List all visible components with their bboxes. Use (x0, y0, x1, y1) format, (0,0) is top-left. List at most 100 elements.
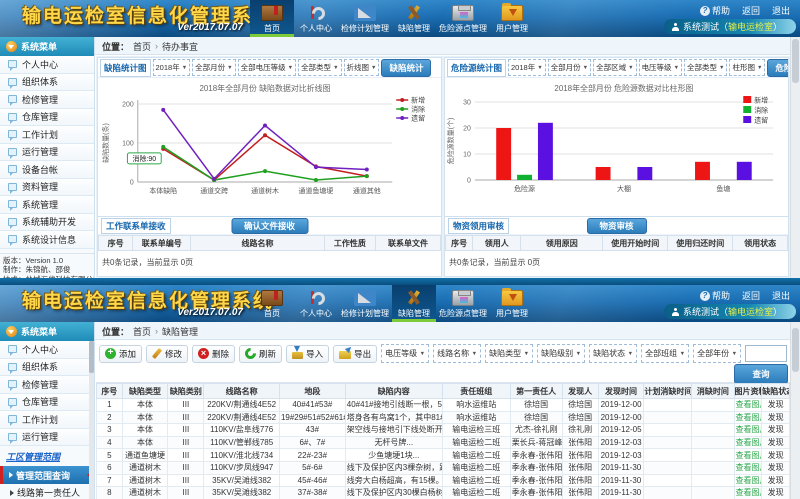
sidebar-item[interactable]: 系统设计信息 (0, 231, 94, 249)
sidebar-item[interactable]: 系统辅助开发 (0, 214, 94, 232)
filter-select[interactable]: 全部班组▼ (641, 344, 689, 363)
toolbar-button-delete[interactable]: 删除 (192, 345, 235, 363)
confirm-file-button[interactable]: 确认文件接收 (231, 218, 308, 234)
material-review-button[interactable]: 物资审核 (586, 218, 646, 234)
nav-tab-3[interactable]: 检修计划管理 (338, 0, 392, 37)
nav-tab-1[interactable]: 首页 (250, 285, 294, 322)
table-row[interactable]: 2本体III220KV/荆通线4E5219#29#51#52#61#79#81#… (97, 411, 790, 424)
filter-select[interactable]: 柱形图▼ (729, 59, 765, 76)
hazard-stats-tab[interactable]: 危险源统计图 (447, 59, 506, 77)
breadcrumb-home[interactable]: 首页 (133, 40, 151, 53)
page-scrollbar[interactable] (790, 322, 800, 499)
sidebar-item[interactable]: 仓库管理 (0, 394, 94, 412)
nav-tab-2[interactable]: 个人中心 (294, 0, 338, 37)
user-badge[interactable]: 系统测试（输电运检室） (664, 19, 796, 34)
help-link[interactable]: ?帮助 (700, 4, 730, 17)
view-image-link[interactable]: 查看图片 (734, 399, 762, 412)
table-row[interactable]: 8通道树木III35KV/吴滩线38237#-38#线下及保护区内30棵白杨树，… (97, 487, 790, 499)
nav-tab-4[interactable]: 缺陷管理 (392, 285, 436, 322)
sidebar-item[interactable]: 个人中心 (0, 341, 94, 359)
view-image-link[interactable]: 查看图片 (734, 424, 762, 437)
exit-link[interactable]: 退出 (772, 4, 790, 17)
defect-stats-tab[interactable]: 缺陷统计图 (100, 59, 151, 77)
sidebar-item[interactable]: 系统管理 (0, 196, 94, 214)
nav-tab-5[interactable]: 危险源点管理 (436, 0, 490, 37)
sidebar-scrollbar[interactable] (89, 341, 94, 499)
view-image-link[interactable]: 查看图片 (734, 474, 762, 487)
exit-link[interactable]: 退出 (772, 289, 790, 302)
sidebar-item[interactable]: 组织体系 (0, 74, 94, 92)
filter-select[interactable]: 缺陷状态▼ (589, 344, 637, 363)
sidebar-item[interactable]: 检修管理 (0, 376, 94, 394)
filter-select[interactable]: 线路名称▼ (433, 344, 481, 363)
view-image-link[interactable]: 查看图片 (734, 411, 762, 424)
filter-select[interactable]: 2018年▼ (508, 59, 546, 76)
filter-select[interactable]: 折线图▼ (344, 59, 380, 76)
toolbar-button-export[interactable]: 导出 (333, 345, 377, 363)
material-tab[interactable]: 物资领用审核 (448, 218, 509, 234)
scrollbar-thumb[interactable] (792, 328, 799, 372)
table-row[interactable]: 3本体III110KV/盐阜线77643#架空线与接地引下线处断开...输电运检… (97, 424, 790, 437)
nav-tab-5[interactable]: 危险源点管理 (436, 285, 490, 322)
breadcrumb-home[interactable]: 首页 (133, 325, 151, 338)
table-row[interactable]: 6通道树木III110KV/步凤线9475#-6#线下及保护区内3棵杂树，距线4… (97, 461, 790, 474)
table-row[interactable]: 5通道鱼塘埂III110KV/淮北线73422#-23#少鱼塘埂1块...输电运… (97, 449, 790, 462)
filter-select[interactable]: 全部月份▼ (548, 59, 591, 76)
sidebar-item[interactable]: 资料管理 (0, 179, 94, 197)
toolbar-button-import[interactable]: 导入 (286, 345, 329, 363)
table-row[interactable]: 7通道树木III35KV/吴滩线38245#-46#线旁大白杨超高，有15棵。（… (97, 474, 790, 487)
worksheet-tab[interactable]: 工作联系单接收 (101, 218, 171, 234)
filter-select[interactable]: 全部年份▼ (693, 344, 741, 363)
nav-tab-2[interactable]: 个人中心 (294, 285, 338, 322)
filter-select[interactable]: 全部类型▼ (684, 59, 727, 76)
nav-tab-1[interactable]: 首页 (250, 0, 294, 37)
sidebar-item[interactable]: 组织体系 (0, 359, 94, 377)
filter-select[interactable]: 缺陷类型▼ (485, 344, 533, 363)
sidebar-item[interactable]: 运行管理 (0, 144, 94, 162)
filter-select[interactable]: 缺陷级别▼ (537, 344, 585, 363)
table-row[interactable]: 4本体III110KV/管郸线7856#、7#无杆号牌...输电运检二班栗长兵-… (97, 436, 790, 449)
toolbar-button-refresh[interactable]: 刷新 (239, 345, 282, 363)
back-link[interactable]: 返回 (742, 4, 760, 17)
table-row[interactable]: 1本体III220KV/荆通线4E5240#41#53#40#41#接地引线断一… (97, 399, 790, 412)
view-image-link[interactable]: 查看图片 (734, 487, 762, 499)
nav-tab-6[interactable]: 用户管理 (490, 285, 534, 322)
search-input[interactable] (745, 345, 787, 362)
sidebar-item[interactable]: 仓库管理 (0, 109, 94, 127)
filter-select[interactable]: 全部月份▼ (192, 59, 235, 76)
view-image-link[interactable]: 查看图片 (734, 461, 762, 474)
filter-select[interactable]: 电压等级▼ (381, 344, 429, 363)
back-link[interactable]: 返回 (742, 289, 760, 302)
sidebar-header[interactable]: 系统菜单 (0, 322, 94, 341)
sidebar-scrollbar-thumb[interactable] (89, 341, 94, 373)
sidebar-item-management-scope[interactable]: 管理范围查询 (0, 466, 94, 484)
nav-tab-3[interactable]: 检修计划管理 (338, 285, 392, 322)
toolbar-button-add[interactable]: 添加 (99, 345, 142, 363)
hazard-stats-button[interactable]: 危险源统计 (767, 59, 788, 77)
sidebar-item[interactable]: 检修管理 (0, 91, 94, 109)
user-badge[interactable]: 系统测试（输电运检室） (664, 304, 796, 319)
sidebar-item-line-responsible[interactable]: 线路第一责任人 (0, 484, 94, 499)
filter-select[interactable]: 2018年▼ (153, 59, 191, 76)
filter-select[interactable]: 全部电压等级▼ (238, 59, 296, 76)
scrollbar-thumb[interactable] (792, 39, 799, 83)
filter-select[interactable]: 电压等级▼ (639, 59, 682, 76)
nav-tab-4[interactable]: 缺陷管理 (392, 0, 436, 37)
view-image-link[interactable]: 查看图片 (734, 436, 762, 449)
filter-select[interactable]: 全部区域▼ (593, 59, 636, 76)
defect-stats-button[interactable]: 缺陷统计 (381, 59, 431, 77)
query-button[interactable]: 查询 (734, 364, 788, 384)
sidebar-item[interactable]: 工作计划 (0, 126, 94, 144)
view-image-link[interactable]: 查看图片 (734, 449, 762, 462)
toolbar-button-edit[interactable]: 修改 (146, 345, 188, 363)
sidebar-header[interactable]: 系统菜单 (0, 37, 94, 56)
sidebar-item[interactable]: 运行管理 (0, 429, 94, 447)
help-link[interactable]: ?帮助 (700, 289, 730, 302)
filter-select[interactable]: 全部类型▼ (298, 59, 341, 76)
sidebar-item[interactable]: 设备台帐 (0, 161, 94, 179)
sidebar-item[interactable]: 工作计划 (0, 411, 94, 429)
page-scrollbar[interactable] (790, 37, 800, 285)
nav-tab-6[interactable]: 用户管理 (490, 0, 534, 37)
filter-select-value: 缺陷级别 (541, 348, 573, 359)
sidebar-item[interactable]: 个人中心 (0, 56, 94, 74)
